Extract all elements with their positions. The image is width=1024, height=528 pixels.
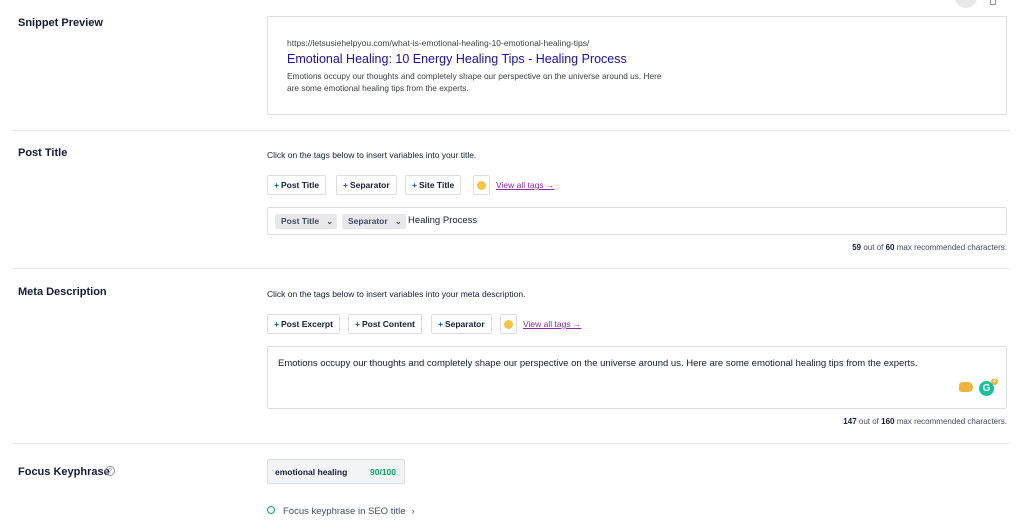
meta-description-label: Meta Description	[18, 286, 107, 298]
mobile-icon[interactable]	[990, 0, 996, 5]
focus-keyphrase-label: Focus Keyphrase	[18, 466, 110, 478]
snippet-preview-box: https://letsusiehelpyou.com/what-is-emot…	[267, 16, 1007, 115]
post-title-label: Post Title	[18, 147, 68, 159]
chevron-right-icon: ›	[411, 506, 415, 516]
snippet-preview-label: Snippet Preview	[18, 17, 103, 29]
emoji-icon	[477, 181, 486, 190]
grammarly-badge: 2	[991, 378, 998, 385]
plus-icon: +	[274, 180, 279, 190]
desktop-icon[interactable]: ▲	[955, 0, 977, 8]
post-title-counter: 59 out of 60 max recommended characters.	[852, 243, 1007, 252]
meta-description-hint: Click on the tags below to insert variab…	[267, 289, 526, 299]
chevron-down-icon: ⌄	[326, 217, 334, 226]
plus-icon: +	[412, 180, 417, 190]
tag-separator-button[interactable]: + Separator	[336, 175, 397, 195]
meta-description-counter: 147 out of 160 max recommended character…	[843, 417, 1007, 426]
divider	[12, 130, 1011, 131]
meta-description-text: Emotions occupy our thoughts and complet…	[278, 358, 918, 369]
emoji-icon	[504, 320, 513, 329]
tag-site-title-button[interactable]: + Site Title	[405, 175, 462, 195]
view-all-tags-link[interactable]: View all tags →	[496, 180, 554, 190]
snippet-title: Emotional Healing: 10 Energy Healing Tip…	[287, 52, 627, 66]
emoji-button[interactable]	[473, 175, 490, 195]
emoji-button[interactable]	[500, 314, 517, 334]
keyphrase-score: 90/100	[370, 467, 396, 477]
meta-description-input[interactable]: Emotions occupy our thoughts and complet…	[267, 346, 1007, 409]
post-title-input[interactable]: Post Title ⌄ Separator ⌄ Healing Process	[267, 207, 1007, 235]
plus-icon: +	[274, 319, 279, 329]
tag-post-content-button[interactable]: + Post Content	[348, 314, 422, 334]
keyphrase-chip[interactable]: emotional healing 90/100	[267, 459, 405, 484]
chevron-down-icon: ⌄	[394, 217, 402, 226]
divider	[12, 443, 1011, 444]
plus-icon: +	[438, 319, 443, 329]
snippet-description: Emotions occupy our thoughts and complet…	[287, 71, 662, 93]
view-all-tags-link[interactable]: View all tags →	[523, 319, 581, 329]
handshake-icon[interactable]	[959, 382, 973, 392]
snippet-url: https://letsusiehelpyou.com/what-is-emot…	[287, 38, 590, 48]
help-icon[interactable]: ?	[105, 466, 115, 476]
tag-post-title-button[interactable]: + Post Title	[267, 175, 327, 195]
keyphrase-text: emotional healing	[275, 467, 348, 477]
post-title-hint: Click on the tags below to insert variab…	[267, 150, 477, 160]
chip-separator[interactable]: Separator ⌄	[342, 214, 406, 229]
divider	[12, 268, 1011, 269]
plus-icon: +	[355, 319, 360, 329]
plus-icon: +	[343, 180, 348, 190]
post-title-text: Healing Process	[408, 215, 478, 226]
check-circle-icon	[267, 506, 275, 515]
chip-post-title[interactable]: Post Title ⌄	[275, 214, 338, 229]
tag-post-excerpt-button[interactable]: + Post Excerpt	[267, 314, 340, 334]
keyphrase-check-item[interactable]: Focus keyphrase in SEO title ›	[267, 506, 415, 517]
tag-separator-button[interactable]: + Separator	[431, 314, 492, 334]
